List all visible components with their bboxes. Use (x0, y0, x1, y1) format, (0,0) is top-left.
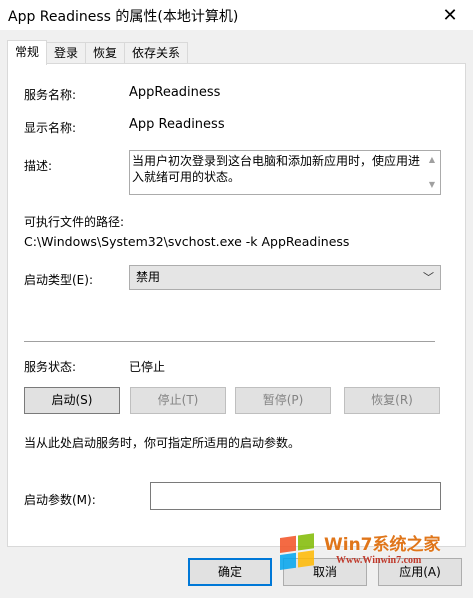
resume-button[interactable]: 恢复(R) (344, 387, 440, 414)
description-text: 当用户初次登录到这台电脑和添加新应用时，使应用进入就绪可用的状态。 (132, 154, 421, 184)
stop-button[interactable]: 停止(T) (130, 387, 226, 414)
divider (24, 341, 435, 342)
display-name-label: 显示名称: (24, 121, 77, 135)
start-params-label: 启动参数(M): (24, 493, 96, 507)
description-textbox[interactable]: 当用户初次登录到这台电脑和添加新应用时，使应用进入就绪可用的状态。 ▲ ▼ (129, 150, 441, 195)
chevron-down-icon: ﹀ (423, 271, 434, 284)
display-name-value: App Readiness (129, 117, 225, 132)
start-hint-text: 当从此处启动服务时，你可指定所适用的启动参数。 (24, 436, 301, 450)
startup-type-value: 禁用 (136, 270, 161, 284)
description-label: 描述: (24, 159, 53, 173)
service-status-value: 已停止 (129, 360, 166, 374)
tab-general[interactable]: 常规 (7, 40, 48, 65)
scroll-down-icon[interactable]: ▼ (425, 177, 439, 193)
service-name-label: 服务名称: (24, 88, 77, 102)
watermark-url: Www.Winwin7.com (336, 555, 422, 566)
close-button[interactable]: ✕ (427, 0, 473, 30)
general-panel: 服务名称: AppReadiness 显示名称: App Readiness 描… (7, 63, 466, 547)
ok-button[interactable]: 确定 (188, 558, 272, 586)
watermark-brand: Win7系统之家 (324, 535, 441, 555)
start-button[interactable]: 启动(S) (24, 387, 120, 414)
start-params-input[interactable] (150, 482, 441, 510)
close-icon: ✕ (442, 4, 458, 26)
startup-type-label: 启动类型(E): (24, 273, 93, 287)
service-name-value: AppReadiness (129, 85, 221, 100)
window-title: App Readiness 的属性(本地计算机) (8, 9, 239, 25)
exe-path-value: C:\Windows\System32\svchost.exe -k AppRe… (24, 234, 350, 249)
exe-path-label: 可执行文件的路径: (24, 215, 125, 229)
service-status-label: 服务状态: (24, 360, 77, 374)
scroll-up-icon[interactable]: ▲ (425, 152, 439, 168)
pause-button[interactable]: 暂停(P) (235, 387, 331, 414)
tab-strip: 常规 登录 恢复 依存关系 (7, 40, 189, 65)
title-bar: App Readiness 的属性(本地计算机) ✕ (0, 0, 473, 30)
tab-recovery[interactable]: 恢复 (85, 42, 126, 64)
site-watermark: Win7系统之家 Www.Winwin7.com (274, 520, 473, 598)
startup-type-select[interactable]: 禁用 ﹀ (129, 265, 441, 290)
tab-dependencies[interactable]: 依存关系 (124, 42, 189, 64)
tab-logon[interactable]: 登录 (46, 42, 87, 64)
dialog-body: 常规 登录 恢复 依存关系 服务名称: AppReadiness 显示名称: A… (0, 30, 473, 598)
